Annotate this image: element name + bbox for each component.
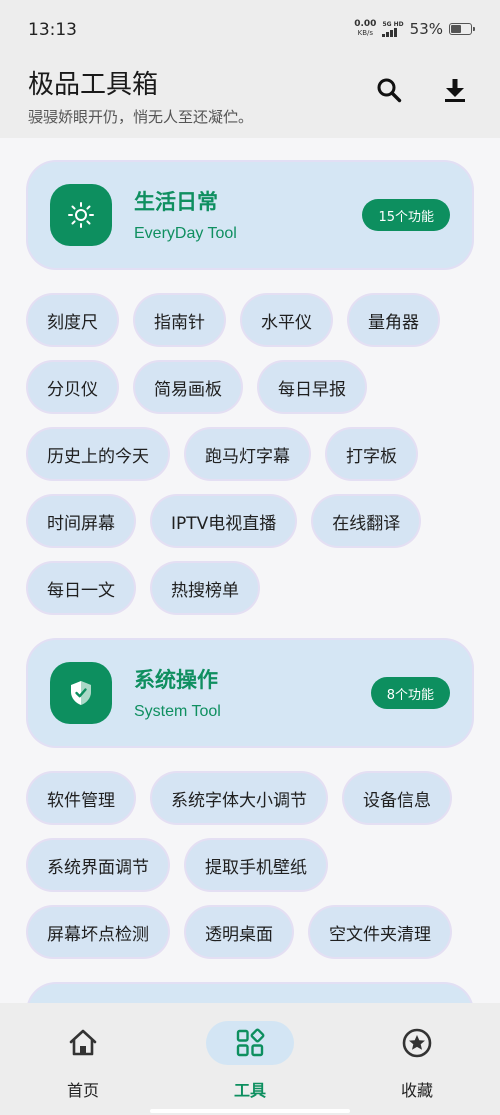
tool-chip-compass[interactable]: 指南针 [135, 295, 224, 345]
tool-list[interactable]: 生活日常 EveryDay Tool 15个功能 刻度尺 指南针 水平仪 量角器… [0, 138, 500, 1003]
home-indicator[interactable] [150, 1109, 350, 1113]
status-time: 13:13 [28, 20, 77, 40]
tool-chip-empty-folder-clean[interactable]: 空文件夹清理 [310, 907, 450, 957]
tool-chip-marquee[interactable]: 跑马灯字幕 [186, 429, 309, 479]
page-subtitle: 骎骎娇眼开仍，悄无人至还凝伫。 [28, 108, 254, 126]
category-count-badge: 8个功能 [370, 677, 450, 709]
tools-icon [236, 1028, 265, 1057]
shield-icon [71, 681, 91, 705]
tool-chips-system: 软件管理 系统字体大小调节 设备信息 系统界面调节 提取手机壁纸 屏幕坏点检测 … [28, 773, 472, 974]
nav-tools[interactable]: 工具 [167, 1003, 333, 1115]
tool-chip-trending[interactable]: 热搜榜单 [152, 563, 258, 613]
category-card-everyday[interactable]: 生活日常 EveryDay Tool 15个功能 [28, 162, 472, 268]
tool-chip-wallpaper-extract[interactable]: 提取手机壁纸 [186, 840, 326, 890]
search-button[interactable] [371, 72, 407, 108]
download-button[interactable] [437, 72, 473, 108]
battery-percentage: 53% [409, 20, 443, 38]
nav-home[interactable]: 首页 [0, 1003, 166, 1115]
tool-chips-everyday: 刻度尺 指南针 水平仪 量角器 分贝仪 简易画板 每日早报 历史上的今天 跑马灯… [28, 295, 472, 630]
tool-chip-iptv[interactable]: IPTV电视直播 [152, 496, 296, 546]
category-title: 生活日常 [134, 190, 218, 214]
home-icon [69, 1029, 97, 1056]
category-card-next[interactable] [28, 984, 472, 1003]
tool-chip-dead-pixel[interactable]: 屏幕坏点检测 [28, 907, 168, 957]
nav-tools-label: 工具 [233, 1081, 266, 1100]
category-subtitle: EveryDay Tool [134, 225, 237, 242]
nav-favorites-label: 收藏 [400, 1081, 433, 1100]
search-icon [377, 78, 402, 103]
network-type: 5G HD [382, 21, 404, 28]
download-icon [445, 79, 465, 102]
status-bar: 13:13 0.00 KB/s 5G HD 53% [0, 0, 500, 58]
category-card-system[interactable]: 系统操作 System Tool 8个功能 [28, 640, 472, 746]
tool-chip-daily-article[interactable]: 每日一文 [28, 563, 134, 613]
network-speed-value: 0.00 [354, 19, 377, 29]
tool-chip-daily-news[interactable]: 每日早报 [259, 362, 365, 412]
nav-favorites[interactable]: 收藏 [334, 1003, 500, 1115]
category-icon [50, 184, 112, 246]
category-count-badge: 15个功能 [362, 199, 450, 231]
star-icon [402, 1028, 432, 1058]
tool-chip-typing-board[interactable]: 打字板 [327, 429, 416, 479]
tool-chip-decibel-meter[interactable]: 分贝仪 [28, 362, 117, 412]
category-title: 系统操作 [134, 668, 218, 692]
sun-icon [68, 202, 94, 228]
signal-icon: 5G HD [382, 21, 404, 37]
status-indicators: 0.00 KB/s 5G HD 53% [354, 20, 475, 38]
tool-chip-transparent-desktop[interactable]: 透明桌面 [186, 907, 292, 957]
tool-chip-today-in-history[interactable]: 历史上的今天 [28, 429, 168, 479]
app-header: 极品工具箱 骎骎娇眼开仍，悄无人至还凝伫。 [0, 58, 500, 138]
tool-chip-time-screen[interactable]: 时间屏幕 [28, 496, 134, 546]
bottom-navigation: 首页 工具 收藏 [0, 1003, 500, 1115]
nav-home-label: 首页 [66, 1081, 99, 1100]
category-subtitle: System Tool [134, 703, 221, 720]
tool-chip-online-translate[interactable]: 在线翻译 [313, 496, 420, 546]
tool-chip-app-manager[interactable]: 软件管理 [28, 773, 134, 823]
tool-chip-ui-adjust[interactable]: 系统界面调节 [28, 840, 168, 890]
tool-chip-device-info[interactable]: 设备信息 [344, 773, 450, 823]
tool-chip-protractor[interactable]: 量角器 [349, 295, 438, 345]
network-speed: 0.00 KB/s [354, 20, 376, 38]
tool-chip-font-size[interactable]: 系统字体大小调节 [152, 773, 326, 823]
category-icon [50, 662, 112, 724]
tool-chip-drawing-board[interactable]: 简易画板 [135, 362, 241, 412]
battery-icon [449, 23, 475, 35]
page-title: 极品工具箱 [28, 70, 159, 100]
network-speed-unit: KB/s [357, 29, 374, 37]
tool-chip-level[interactable]: 水平仪 [242, 295, 331, 345]
tool-chip-ruler[interactable]: 刻度尺 [28, 295, 117, 345]
